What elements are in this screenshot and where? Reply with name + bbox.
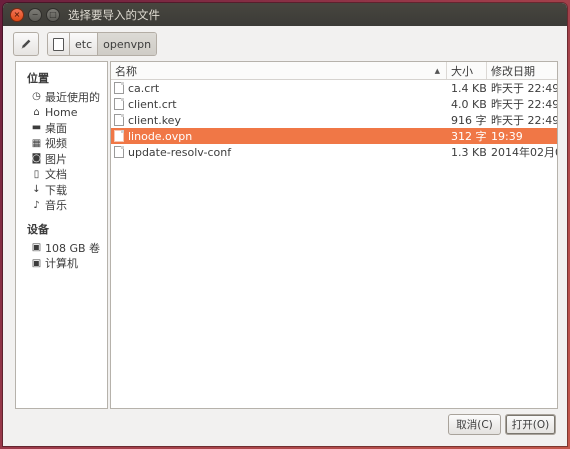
sidebar-item-label: 最近使用的 [45,90,100,104]
clock-icon: ◷ [32,91,41,103]
file-name-cell: ca.crt [111,82,447,95]
sidebar-item-label: 108 GB 卷 [45,241,101,255]
sidebar-item-label: 视频 [45,137,67,151]
file-row[interactable]: ca.crt 1.4 KB 昨天于 22:49 [111,80,557,96]
file-row-selected[interactable]: linode.ovpn 312 字节 19:39 [111,128,557,144]
file-name: client.crt [128,97,177,111]
file-icon [114,82,124,94]
maximize-window-button[interactable]: □ [46,7,60,22]
drive-icon [53,37,64,51]
column-header-label: 大小 [451,64,473,78]
cancel-button[interactable]: 取消(C) [448,414,501,435]
location-toolbar: etc openvpn [13,30,557,58]
path-label: etc [75,37,93,51]
column-header-name[interactable]: 名称 ▲ [111,62,447,79]
file-chooser-dialog: × − □ 选择要导入的文件 etc openvpn 位置 ◷ 最近使用的 ⌂ Ho… [3,3,567,446]
file-name: linode.ovpn [128,129,193,143]
path-bar: etc openvpn [47,32,158,56]
path-root-button[interactable] [48,33,70,55]
type-location-button[interactable] [13,32,39,56]
file-list-header: 名称 ▲ 大小 修改日期 [111,62,557,80]
video-icon: ▦ [31,137,42,149]
file-row[interactable]: update-resolv-conf 1.3 KB 2014年02月04日 [111,144,557,160]
sidebar-item-label: 桌面 [45,121,67,135]
sidebar-item-pictures[interactable]: ◙ 图片 [16,151,107,167]
sidebar-item-label: 图片 [45,152,67,166]
sidebar-item-label: Home [45,105,78,119]
file-size: 916 字节 [451,114,487,127]
file-date: 昨天于 22:49 [491,114,557,127]
devices-heading: 设备 [27,223,49,236]
path-label: openvpn [103,37,152,51]
file-icon [114,130,124,142]
sidebar-item-label: 文档 [45,168,67,182]
file-date: 昨天于 22:49 [491,82,557,95]
file-list: 名称 ▲ 大小 修改日期 ca.crt 1.4 KB 昨天于 22:49 cli… [110,61,558,409]
file-date: 19:39 [491,129,523,143]
file-row[interactable]: client.key 916 字节 昨天于 22:49 [111,112,557,128]
column-header-label: 修改日期 [491,64,535,78]
sidebar-item-label: 音乐 [45,199,67,213]
drive-icon: ▣ [31,242,42,254]
file-name-cell: client.crt [111,98,447,111]
music-icon: ♪ [33,199,40,211]
file-icon [114,98,124,110]
maximize-icon: □ [49,9,57,19]
file-size: 1.3 KB [451,145,487,159]
pencil-icon [21,39,31,49]
file-name: client.key [128,113,181,127]
file-size: 4.0 KB [451,97,487,111]
file-icon [114,114,124,126]
sidebar-item-desktop[interactable]: ▬ 桌面 [16,120,107,136]
sidebar-item-label: 计算机 [45,257,78,271]
column-header-date[interactable]: 修改日期 [487,62,557,79]
sidebar-item-documents[interactable]: ▯ 文档 [16,167,107,183]
path-openvpn-button[interactable]: openvpn [98,33,157,55]
home-icon: ⌂ [33,106,40,118]
title-bar: × − □ 选择要导入的文件 [3,3,567,26]
file-row[interactable]: client.crt 4.0 KB 昨天于 22:49 [111,96,557,112]
file-name-cell: update-resolv-conf [111,146,447,159]
window-title: 选择要导入的文件 [68,7,160,22]
path-etc-button[interactable]: etc [70,33,99,55]
open-button[interactable]: 打开(O) [505,414,556,435]
sidebar-item-music[interactable]: ♪ 音乐 [16,198,107,214]
file-name-cell: client.key [111,114,447,127]
file-date: 昨天于 22:49 [491,98,557,111]
file-size: 1.4 KB [451,81,487,95]
file-name: update-resolv-conf [128,145,232,159]
document-icon: ▯ [33,168,40,180]
close-window-button[interactable]: × [10,7,24,22]
camera-icon: ◙ [31,153,42,165]
minimize-icon: − [31,9,39,19]
places-heading: 位置 [27,72,49,85]
sidebar-item-videos[interactable]: ▦ 视频 [16,136,107,152]
file-date: 2014年02月04日 [491,146,557,159]
file-size: 312 字节 [451,130,487,143]
file-name: ca.crt [128,81,160,95]
sidebar-item-downloads[interactable]: ↓ 下载 [16,182,107,198]
close-icon: × [13,9,21,19]
file-icon [114,146,124,158]
sidebar-item-recent[interactable]: ◷ 最近使用的 [16,89,107,105]
places-sidebar: 位置 ◷ 最近使用的 ⌂ Home ▬ 桌面 ▦ 视频 ◙ 图片 ▯ 文档 ↓ 下载 ♪ 音乐 … [15,61,108,409]
sort-ascending-icon: ▲ [434,66,440,75]
minimize-window-button[interactable]: − [28,7,42,22]
sidebar-item-volume[interactable]: ▣ 108 GB 卷 [16,240,107,256]
sidebar-item-home[interactable]: ⌂ Home [16,105,107,121]
desktop-icon: ▬ [31,122,42,134]
computer-icon: ▣ [31,257,42,269]
download-icon: ↓ [32,184,41,196]
sidebar-item-label: 下载 [45,183,67,197]
sidebar-item-computer[interactable]: ▣ 计算机 [16,256,107,272]
column-header-label: 名称 [115,64,137,78]
file-name-cell: linode.ovpn [111,130,447,143]
column-header-size[interactable]: 大小 [447,62,487,79]
